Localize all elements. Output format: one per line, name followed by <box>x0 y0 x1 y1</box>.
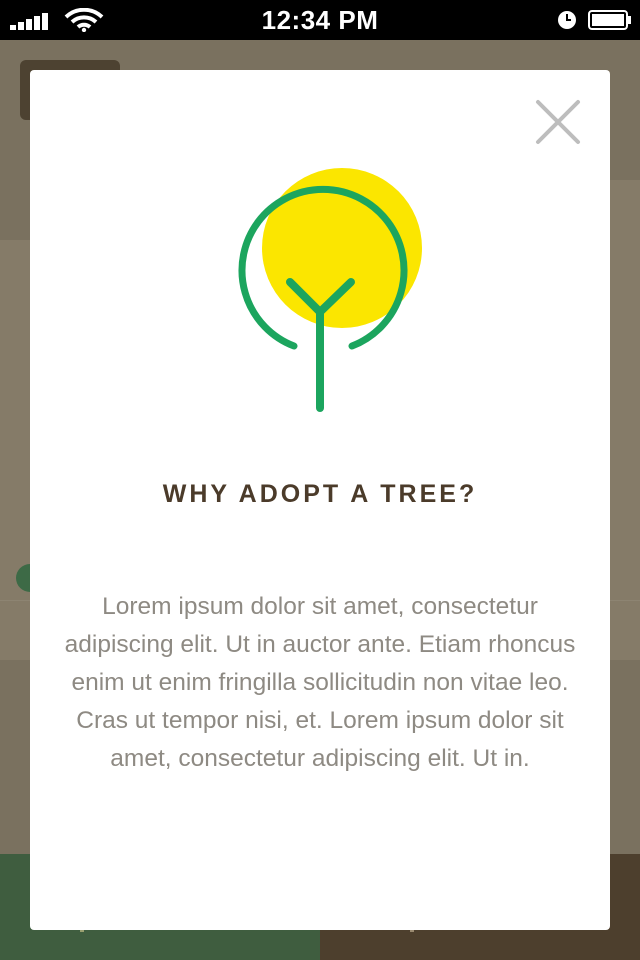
alarm-clock-icon <box>558 11 576 29</box>
status-bar: 12:34 PM <box>0 0 640 40</box>
modal-title: WHY ADOPT A TREE? <box>162 480 478 508</box>
info-modal: WHY ADOPT A TREE? Lorem ipsum dolor sit … <box>30 70 610 930</box>
background-panel <box>610 180 640 660</box>
modal-body-text: Lorem ipsum dolor sit amet, consectetur … <box>64 593 576 772</box>
close-icon[interactable] <box>530 94 586 150</box>
battery-icon <box>588 10 631 30</box>
background-panel <box>0 240 30 660</box>
tree-icon <box>238 168 422 412</box>
status-time: 12:34 PM <box>261 5 379 35</box>
